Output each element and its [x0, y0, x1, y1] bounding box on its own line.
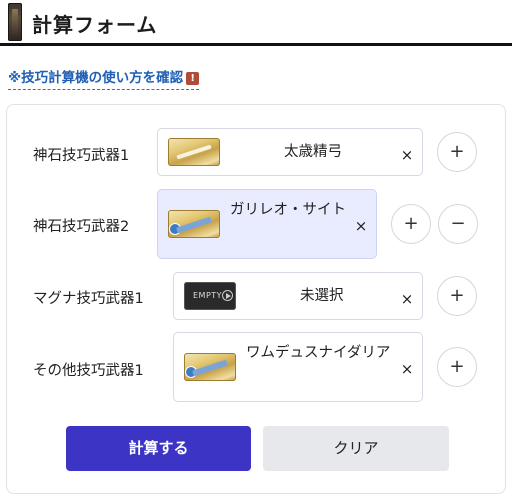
weapon-slot-magna-1[interactable]: EMPTY 未選択 ×	[173, 272, 423, 320]
weapon-name: ワムデュスナイダリア	[246, 345, 391, 361]
weapon-name: 未選択	[300, 288, 344, 304]
row-label-divine-1: 神石技巧武器1	[33, 148, 130, 164]
header-divider	[0, 43, 512, 46]
weapon-thumbnail	[168, 210, 220, 238]
add-weapon-button[interactable]: +	[437, 347, 477, 387]
remove-weapon-button[interactable]: ×	[399, 289, 415, 309]
weapon-thumbnail	[168, 138, 220, 166]
add-weapon-button[interactable]: +	[437, 132, 477, 172]
note-mark: ※	[8, 70, 22, 86]
weapon-name: ガリレオ・サイト	[230, 202, 346, 218]
row-label-other-1: その他技巧武器1	[33, 363, 144, 379]
row-label-divine-2: 神石技巧武器2	[33, 219, 130, 235]
weapon-thumbnail	[184, 353, 236, 381]
exclamation-icon: !	[186, 72, 200, 85]
row-label-magna-1: マグナ技巧武器1	[33, 291, 144, 307]
remove-weapon-button[interactable]: ×	[399, 359, 415, 379]
weapon-slot-divine-2[interactable]: ガリレオ・サイト ×	[157, 189, 377, 259]
add-weapon-button[interactable]: +	[391, 204, 431, 244]
pillar-icon	[8, 3, 22, 41]
weapon-name: 太歳精弓	[284, 144, 342, 160]
header: 計算フォーム	[0, 0, 512, 46]
remove-row-button[interactable]: −	[438, 204, 478, 244]
page-title: 計算フォーム	[32, 13, 158, 37]
help-link[interactable]: ※技巧計算機の使い方を確認!	[8, 66, 200, 90]
remove-weapon-button[interactable]: ×	[399, 145, 415, 165]
weapon-slot-other-1[interactable]: ワムデュスナイダリア ×	[173, 332, 423, 402]
play-icon	[222, 290, 233, 301]
add-weapon-button[interactable]: +	[437, 276, 477, 316]
remove-weapon-button[interactable]: ×	[353, 216, 369, 236]
calculate-button[interactable]: 計算する	[66, 426, 251, 471]
help-link-text: 技巧計算機の使い方を確認	[21, 70, 184, 86]
weapon-slot-divine-1[interactable]: 太歳精弓 ×	[157, 128, 423, 176]
empty-slot-icon: EMPTY	[184, 282, 236, 310]
clear-button[interactable]: クリア	[263, 426, 449, 471]
